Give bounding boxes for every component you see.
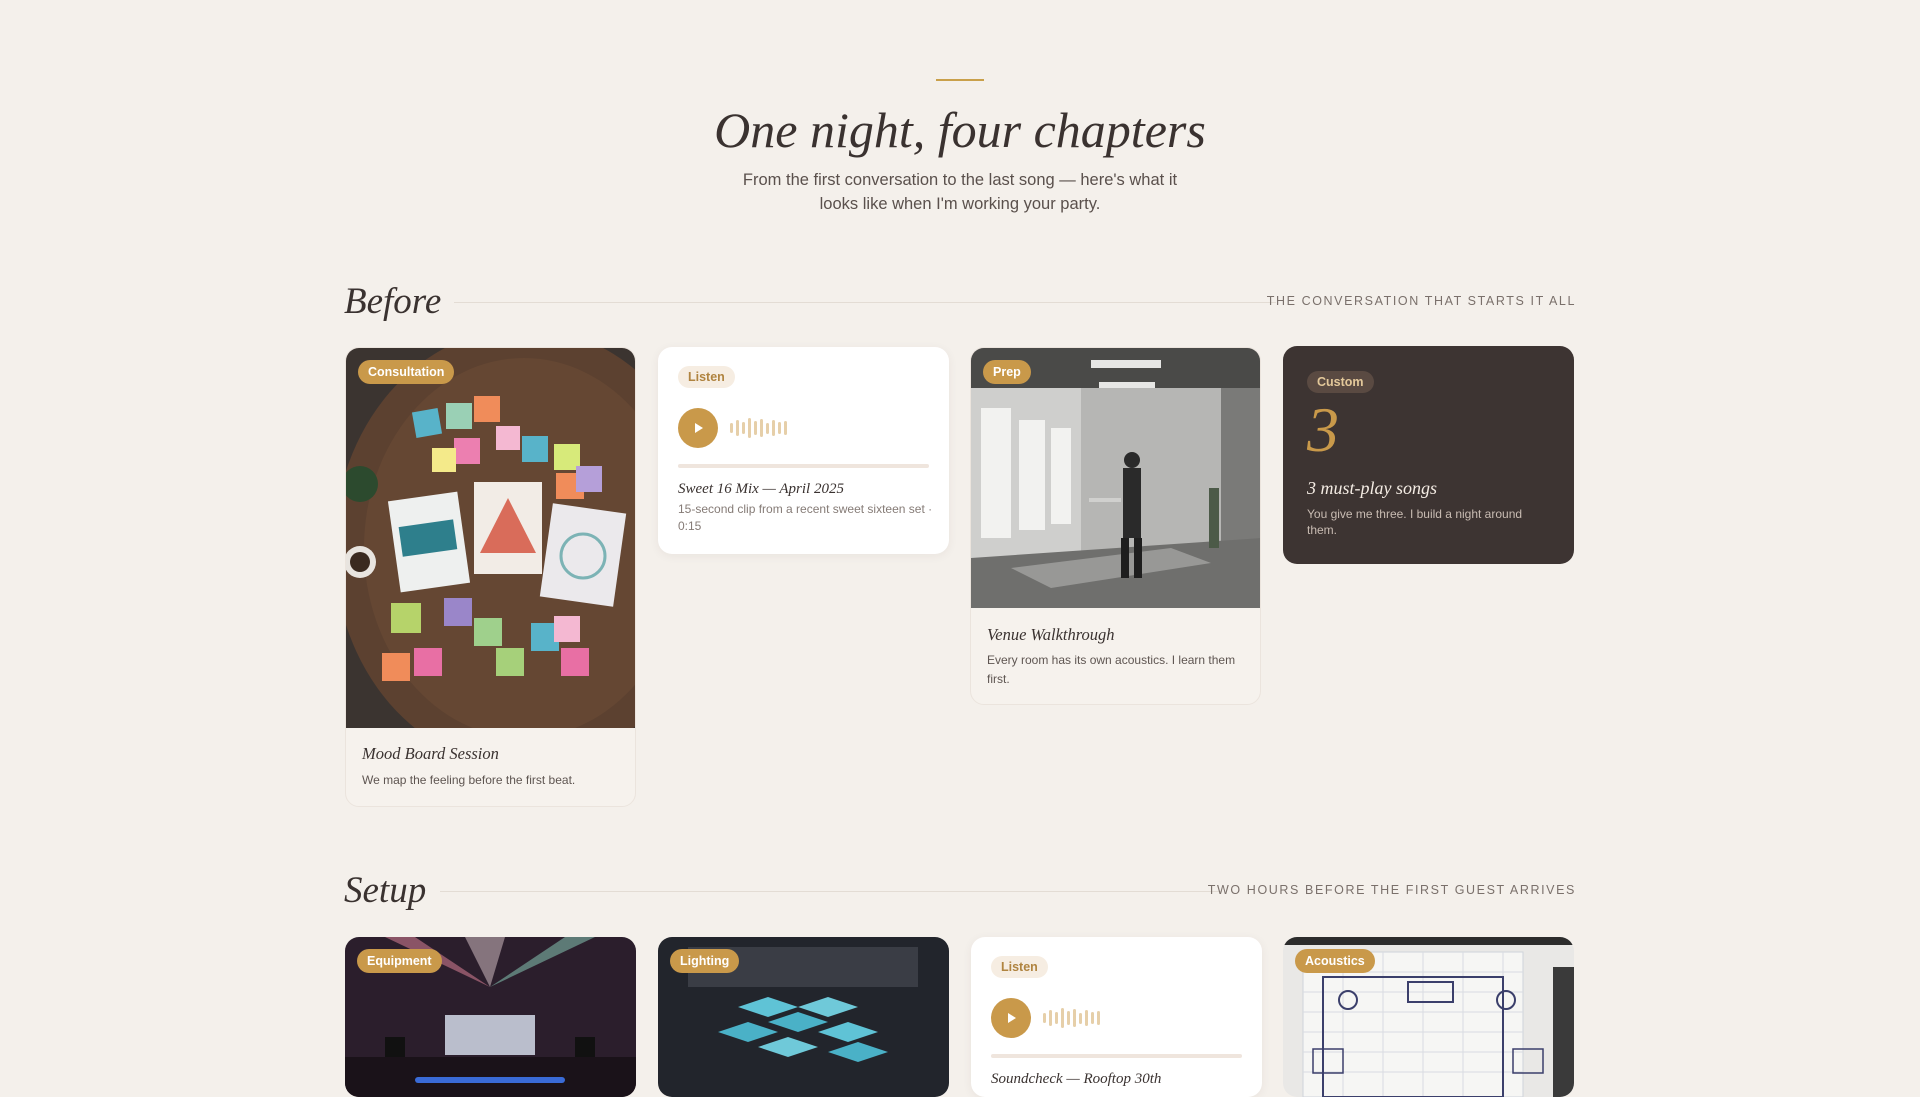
mood-board-image [346,348,635,768]
venue-image [971,348,1260,608]
play-icon [695,423,703,433]
big-number: 3 [1307,394,1339,465]
listen-chip: Listen [991,956,1048,978]
audio-progress-bar[interactable] [991,1054,1242,1058]
card-title: 3 must-play songs [1307,478,1437,498]
section-header-setup: Setup TWO HOURS BEFORE THE FIRST GUEST A… [344,866,1576,916]
card-audio-sweet16: Listen Sweet 16 Mix — April 2025 15-seco… [658,347,949,554]
section-divider [454,302,1276,303]
page-title: One night, four chapters [714,102,1206,158]
section-divider [440,891,1222,892]
listen-chip: Listen [678,366,735,388]
page-subtitle: From the first conversation to the last … [742,171,1178,213]
mood-board-photo: Consultation [346,348,635,768]
card-description: We map the feeling before the first beat… [362,773,576,787]
audio-progress-bar[interactable] [678,464,929,468]
card-audio-soundcheck: Listen Soundcheck — Rooftop 30th [971,937,1262,1097]
header-accent-rule [936,79,984,81]
card-description: Every room has its own acoustics. I lear… [987,653,1236,686]
custom-chip: Custom [1307,371,1374,393]
section-tagline: TWO HOURS BEFORE THE FIRST GUEST ARRIVES [1207,883,1576,897]
play-button[interactable] [678,408,718,448]
waveform-icon [730,416,787,440]
play-button[interactable] [991,998,1031,1038]
waveform-icon [1043,1006,1100,1030]
venue-photo: Prep [971,348,1260,608]
section-title: Setup [344,870,427,911]
card-title: Venue Walkthrough [987,625,1115,644]
card-title: Sweet 16 Mix — April 2025 [678,481,844,497]
category-badge: Consultation [358,360,455,384]
category-badge: Acoustics [1295,949,1375,973]
category-badge: Equipment [357,949,442,973]
play-icon [1008,1013,1016,1023]
card-mood-board[interactable]: Consultation Mood Board Session We map t… [345,347,636,807]
card-description: 15-second clip from a recent sweet sixte… [678,502,933,533]
card-must-play-songs[interactable]: Custom 3 3 must-play songs You give me t… [1283,346,1574,564]
card-venue-walkthrough[interactable]: Prep Venue Walkthrough Every room has it… [970,347,1261,705]
card-lighting[interactable]: Lighting [658,937,949,1097]
card-equipment[interactable]: Equipment [345,937,636,1097]
category-badge: Lighting [670,949,740,973]
card-acoustics[interactable]: Acoustics [1283,937,1574,1097]
card-description: You give me three. I build a night aroun… [1307,507,1523,537]
card-title: Mood Board Session [362,744,499,763]
section-title: Before [344,281,442,322]
category-badge: Prep [983,360,1031,384]
section-tagline: THE CONVERSATION THAT STARTS IT ALL [1266,294,1576,308]
section-header-before: Before THE CONVERSATION THAT STARTS IT A… [344,277,1576,327]
